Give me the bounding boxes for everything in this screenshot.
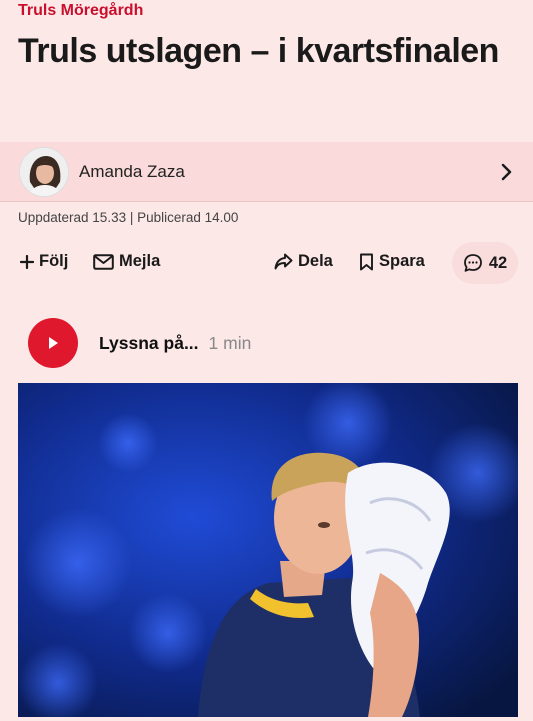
mail-icon: [93, 253, 114, 270]
email-button[interactable]: Mejla: [93, 252, 160, 271]
listen-duration: 1 min: [208, 332, 252, 353]
share-label: Dela: [298, 252, 333, 270]
comments-button[interactable]: 42: [452, 242, 518, 284]
share-icon: [274, 253, 293, 270]
share-button[interactable]: Dela: [274, 252, 333, 271]
article-actions: Följ Mejla Dela Spara 42: [0, 242, 533, 286]
author-name: Amanda Zaza: [79, 162, 185, 181]
follow-label: Följ: [39, 252, 69, 270]
play-icon: [49, 337, 58, 349]
save-button[interactable]: Spara: [359, 252, 425, 271]
audio-player: Lyssna på... 1 min: [28, 318, 251, 368]
hero-image[interactable]: [18, 383, 518, 717]
author-byline[interactable]: Amanda Zaza: [0, 142, 533, 202]
plus-icon: [20, 254, 34, 269]
play-button[interactable]: [28, 318, 78, 368]
article-headline: Truls utslagen – i kvartsfinalen: [18, 32, 499, 70]
listen-label[interactable]: Lyssna på...: [99, 333, 199, 354]
email-label: Mejla: [119, 252, 161, 270]
comment-icon: [463, 254, 482, 272]
chevron-right-icon[interactable]: [499, 161, 515, 183]
comments-count: 42: [488, 253, 508, 272]
save-label: Spara: [379, 252, 425, 270]
article-timestamps: Uppdaterad 15.33 | Publicerad 14.00: [18, 210, 239, 225]
bookmark-icon: [360, 253, 373, 270]
author-avatar: [19, 147, 69, 197]
follow-button[interactable]: Följ: [20, 252, 68, 271]
kicker[interactable]: Truls Möregårdh: [18, 2, 143, 20]
